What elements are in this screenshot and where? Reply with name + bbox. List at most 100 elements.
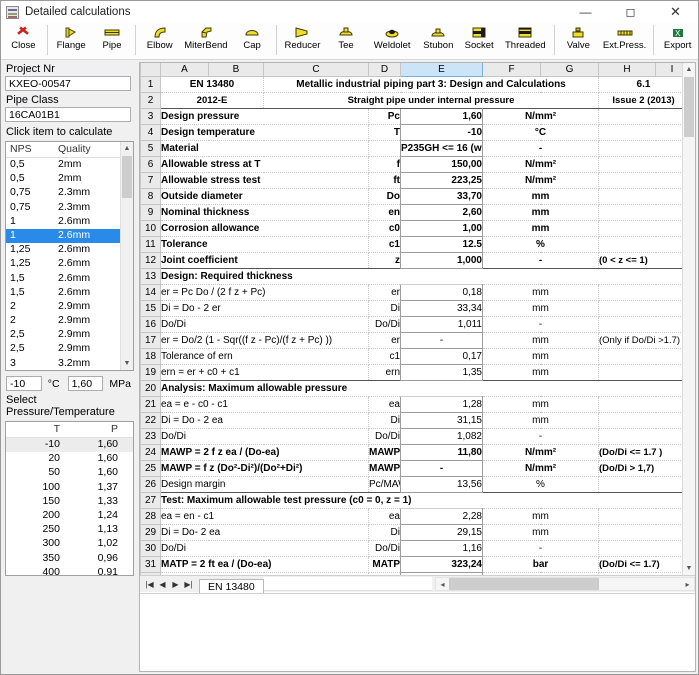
- row-value[interactable]: 1,60: [400, 107, 483, 125]
- row-header[interactable]: 19: [140, 363, 161, 381]
- first-sheet-icon[interactable]: |◀: [143, 580, 156, 589]
- list-item[interactable]: 200 1,24: [6, 509, 133, 523]
- row-symbol[interactable]: ft: [368, 172, 401, 189]
- row-value[interactable]: P235GH <= 16 (wld: [400, 139, 483, 157]
- scroll-right-icon[interactable]: ▸: [681, 580, 694, 589]
- row-symbol[interactable]: ern: [368, 364, 401, 381]
- list-item[interactable]: 1,5 2.6mm: [6, 272, 133, 286]
- list-item[interactable]: 250 1,13: [6, 523, 133, 537]
- row-symbol[interactable]: en: [368, 204, 401, 221]
- row-note[interactable]: (Only if Do/Di >1.7): [598, 332, 682, 349]
- row-value[interactable]: 1,35: [400, 363, 483, 381]
- temperature-input[interactable]: -10: [6, 376, 42, 391]
- row-value[interactable]: 2,28: [400, 507, 483, 525]
- row-unit[interactable]: N/mm²: [482, 156, 599, 173]
- spreadsheet-vertical-scrollbar[interactable]: ▲ ▼: [682, 63, 695, 575]
- row-symbol[interactable]: Pc: [368, 107, 401, 125]
- last-sheet-icon[interactable]: ▶|: [182, 580, 195, 589]
- row-note[interactable]: (Do/Di <= 1.7): [598, 556, 682, 573]
- row-value[interactable]: 0,18: [400, 283, 483, 301]
- row-header[interactable]: 27: [140, 491, 161, 509]
- row-note[interactable]: (Do/Di > 1,7): [598, 460, 682, 477]
- row-unit[interactable]: -: [482, 140, 599, 157]
- project-nr-input[interactable]: KXEO-00547: [5, 76, 131, 91]
- row-description[interactable]: Do/Di: [160, 428, 369, 445]
- row-note[interactable]: [598, 220, 682, 237]
- row-note[interactable]: [598, 140, 682, 157]
- list-item[interactable]: 0,5 2mm: [6, 172, 133, 186]
- row-symbol[interactable]: Do/Di: [368, 540, 401, 557]
- list-item[interactable]: 1,5 2.6mm: [6, 286, 133, 300]
- row-note[interactable]: [598, 364, 682, 381]
- row-header[interactable]: 14: [140, 283, 161, 301]
- row-value[interactable]: 1,28: [400, 395, 483, 413]
- row-note[interactable]: [598, 508, 682, 525]
- column-header-b[interactable]: B: [208, 63, 264, 77]
- list-item[interactable]: 350 0,96: [6, 552, 133, 566]
- row-value[interactable]: 33,70: [400, 187, 483, 205]
- row-symbol[interactable]: z: [368, 252, 401, 269]
- row-note[interactable]: [598, 316, 682, 333]
- row-value[interactable]: 323,24: [400, 555, 483, 573]
- toolbar-button-reducer[interactable]: Reducer: [279, 23, 325, 59]
- list-item[interactable]: 0,75 2.3mm: [6, 201, 133, 215]
- toolbar-button-export[interactable]: X Export: [657, 23, 698, 59]
- row-note[interactable]: [598, 188, 682, 205]
- pressure-temperature-list[interactable]: T P -10 1,60 20 1,60 50 1,60 100 1,37 150 1,33 200…: [5, 421, 134, 576]
- row-symbol[interactable]: Do: [368, 188, 401, 205]
- row-header[interactable]: 12: [140, 251, 161, 269]
- row-description[interactable]: MAWP = 2 f z ea / (Do-ea): [160, 444, 369, 461]
- list-item[interactable]: 0,75 2.3mm: [6, 186, 133, 200]
- row-description[interactable]: Allowable stress test: [160, 172, 369, 189]
- row-unit[interactable]: mm: [482, 204, 599, 221]
- row-unit[interactable]: mm: [482, 300, 599, 317]
- row-unit[interactable]: mm: [482, 284, 599, 301]
- row-note[interactable]: (0 < z <= 1): [598, 252, 682, 269]
- row-symbol[interactable]: MATP: [368, 556, 401, 573]
- row-value[interactable]: -: [400, 331, 483, 349]
- row-symbol[interactable]: MAWP: [368, 460, 401, 477]
- row-value[interactable]: 1,082: [400, 427, 483, 445]
- column-header-g[interactable]: G: [540, 63, 599, 77]
- row-note[interactable]: [598, 428, 682, 445]
- section-heading[interactable]: Test: Maximum allowable test pressure (c…: [160, 491, 682, 509]
- row-description[interactable]: Material: [160, 140, 369, 157]
- row-symbol[interactable]: er: [368, 332, 401, 349]
- toolbar-button-threaded[interactable]: Threaded: [500, 23, 552, 59]
- column-header-f[interactable]: F: [482, 63, 541, 77]
- maximize-button[interactable]: ◻: [608, 1, 653, 23]
- row-symbol[interactable]: c0: [368, 220, 401, 237]
- row-symbol[interactable]: [368, 140, 401, 157]
- column-header-nps[interactable]: NPS: [6, 142, 54, 157]
- list-item[interactable]: 0,5 2mm: [6, 158, 133, 172]
- row-unit[interactable]: mm: [482, 396, 599, 413]
- next-sheet-icon[interactable]: ▶: [169, 580, 182, 589]
- row-header[interactable]: 17: [140, 331, 161, 349]
- row-unit[interactable]: N/mm²: [482, 444, 599, 461]
- list-item[interactable]: 300 1,02: [6, 537, 133, 551]
- scroll-down-icon[interactable]: ▼: [121, 357, 133, 370]
- toolbar-button-pipe[interactable]: Pipe: [92, 23, 133, 59]
- row-description[interactable]: Allowable stress at T: [160, 156, 369, 173]
- edition[interactable]: 2012-E: [160, 92, 264, 109]
- row-unit[interactable]: -: [482, 252, 599, 269]
- row-symbol[interactable]: f: [368, 156, 401, 173]
- row-value[interactable]: -10: [400, 123, 483, 141]
- row-symbol[interactable]: c1: [368, 236, 401, 253]
- row-value[interactable]: -: [400, 459, 483, 477]
- column-header-i[interactable]: I: [655, 63, 682, 77]
- row-value[interactable]: 1,011: [400, 315, 483, 333]
- row-description[interactable]: ern = er + c0 + c1: [160, 364, 369, 381]
- row-note[interactable]: [598, 476, 682, 493]
- row-unit[interactable]: -: [482, 540, 599, 557]
- scroll-up-icon[interactable]: ▲: [121, 142, 133, 155]
- row-description[interactable]: Tolerance: [160, 236, 369, 253]
- row-value[interactable]: 11,80: [400, 443, 483, 461]
- scroll-left-icon[interactable]: ◂: [436, 580, 449, 589]
- row-note[interactable]: [598, 300, 682, 317]
- row-description[interactable]: Di = Do - 2 er: [160, 300, 369, 317]
- section-heading[interactable]: Analysis: Maximum allowable pressure: [160, 379, 682, 397]
- row-header[interactable]: 22: [140, 411, 161, 429]
- pipe-class-input[interactable]: 16CA01B1: [5, 107, 131, 122]
- list-item[interactable]: 1 2.6mm: [6, 228, 133, 244]
